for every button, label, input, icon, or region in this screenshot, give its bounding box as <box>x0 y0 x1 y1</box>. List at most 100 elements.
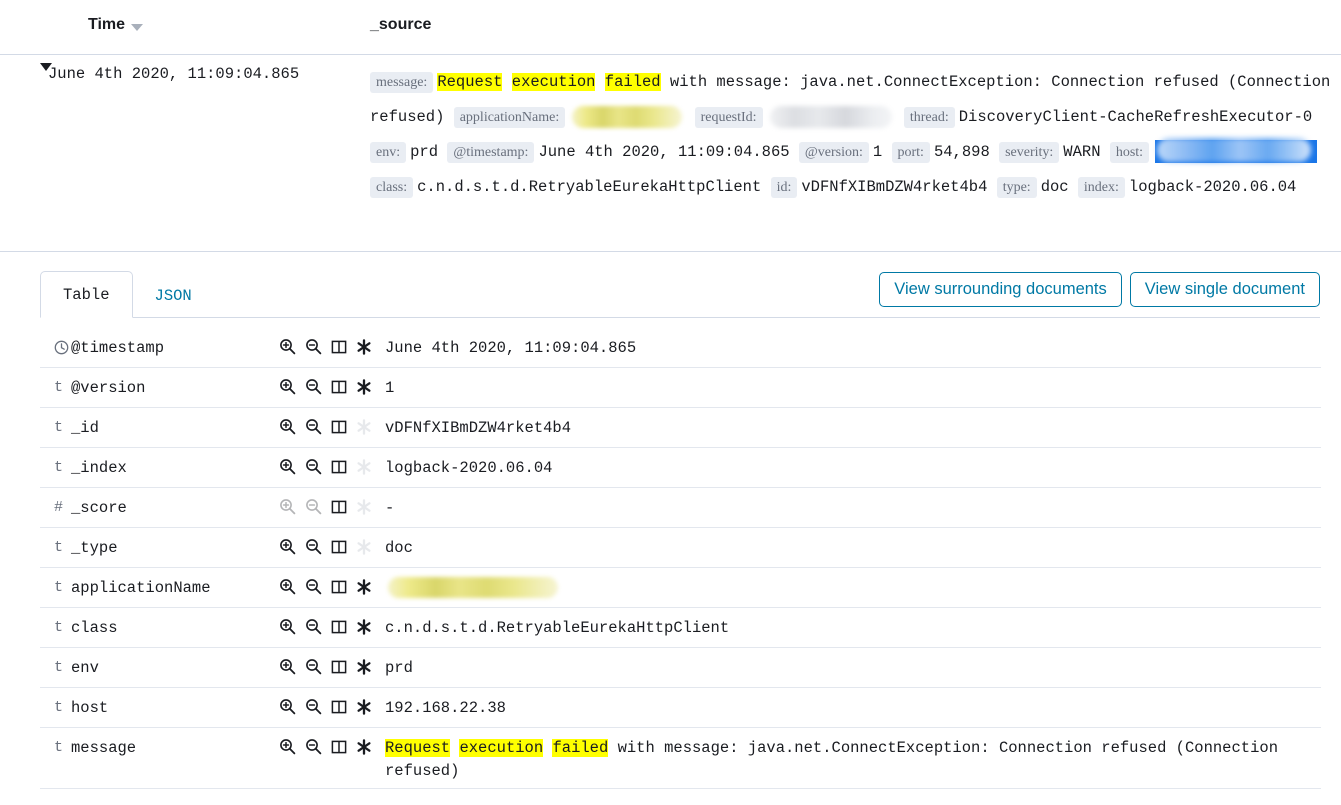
table-row: @timestampJune 4th 2020, 11:09:04.865 <box>40 328 1321 368</box>
toggle-column-in-table-icon[interactable] <box>331 499 347 515</box>
filter-for-value-icon[interactable] <box>279 738 296 755</box>
table-row: t_indexlogback-2020.06.04 <box>40 448 1321 488</box>
detail-tabs: Table JSON View surrounding documents Vi… <box>40 264 1341 318</box>
doc-detail-panel: Table JSON View surrounding documents Vi… <box>0 264 1341 789</box>
filter-out-value-icon[interactable] <box>305 698 322 715</box>
toggle-column-in-table-icon[interactable] <box>331 539 347 555</box>
filter-for-value-icon[interactable] <box>279 378 296 395</box>
filter-for-field-present-icon <box>356 459 372 475</box>
tab-table[interactable]: Table <box>40 271 133 318</box>
column-header-source[interactable]: _source <box>370 16 431 34</box>
field-type-icon: t <box>40 457 71 479</box>
toggle-column-in-table-icon[interactable] <box>331 339 347 355</box>
field-actions <box>279 497 385 515</box>
field-value: vDFNfXIBmDZW4rket4b4 <box>385 417 1321 440</box>
filter-out-value-icon[interactable] <box>305 618 322 635</box>
table-row: tmessageRequest execution failed with me… <box>40 728 1321 789</box>
clock-icon <box>40 337 71 355</box>
column-header-time[interactable]: Time <box>0 16 370 34</box>
toggle-column-in-table-icon[interactable] <box>331 659 347 675</box>
field-name: _index <box>71 457 279 479</box>
toggle-column-in-table-icon[interactable] <box>331 419 347 435</box>
tab-json[interactable]: JSON <box>133 273 214 318</box>
field-name: applicationName <box>71 577 279 599</box>
table-row: tclassc.n.d.s.t.d.RetryableEurekaHttpCli… <box>40 608 1321 648</box>
field-type-icon: t <box>40 697 71 719</box>
expand-row-button[interactable] <box>0 55 48 89</box>
filter-out-value-icon[interactable] <box>305 738 322 755</box>
field-actions <box>279 617 385 635</box>
source-field-label: env: <box>370 142 406 163</box>
document-field-table: @timestampJune 4th 2020, 11:09:04.865t@v… <box>40 328 1321 789</box>
filter-for-value-icon[interactable] <box>279 458 296 475</box>
view-surrounding-documents-button[interactable]: View surrounding documents <box>879 272 1122 307</box>
filter-for-field-present-icon[interactable] <box>356 379 372 395</box>
redacted-value <box>388 577 558 598</box>
tabs-underline <box>40 317 1320 318</box>
field-value: 192.168.22.38 <box>385 697 1321 720</box>
field-type-icon: t <box>40 577 71 599</box>
filter-for-value-icon[interactable] <box>279 338 296 355</box>
field-name: @timestamp <box>71 337 279 359</box>
toggle-column-in-table-icon[interactable] <box>331 379 347 395</box>
toggle-column-in-table-icon[interactable] <box>331 699 347 715</box>
field-name: host <box>71 697 279 719</box>
filter-for-value-icon[interactable] <box>279 578 296 595</box>
source-field-label: index: <box>1078 177 1125 198</box>
field-value: doc <box>385 537 1321 560</box>
filter-for-value-icon <box>279 498 296 515</box>
field-value: 1 <box>385 377 1321 400</box>
filter-out-value-icon[interactable] <box>305 458 322 475</box>
toggle-column-in-table-icon[interactable] <box>331 619 347 635</box>
filter-for-value-icon[interactable] <box>279 658 296 675</box>
field-name: message <box>71 737 279 759</box>
column-header-source-label: _source <box>370 16 431 33</box>
search-term-highlight: failed <box>605 73 661 91</box>
field-name: _type <box>71 537 279 559</box>
filter-out-value-icon[interactable] <box>305 378 322 395</box>
field-value: - <box>385 497 1321 520</box>
toggle-column-in-table-icon[interactable] <box>331 739 347 755</box>
field-actions <box>279 417 385 435</box>
filter-for-field-present-icon <box>356 539 372 555</box>
filter-for-field-present-icon[interactable] <box>356 619 372 635</box>
discover-doc-table: Time _source June 4th 2020, 11:09:04.865… <box>0 0 1341 252</box>
filter-out-value-icon[interactable] <box>305 578 322 595</box>
source-field-label: applicationName: <box>454 107 566 128</box>
filter-for-value-icon[interactable] <box>279 618 296 635</box>
field-actions <box>279 337 385 355</box>
doc-row-time: June 4th 2020, 11:09:04.865 <box>48 55 370 83</box>
toggle-column-in-table-icon[interactable] <box>331 579 347 595</box>
filter-out-value-icon[interactable] <box>305 418 322 435</box>
search-term-highlight: Request <box>437 73 502 91</box>
table-row: tenvprd <box>40 648 1321 688</box>
sort-descending-caret-icon[interactable] <box>131 24 143 31</box>
field-actions <box>279 697 385 715</box>
source-field-label: @version: <box>799 142 869 163</box>
filter-for-value-icon[interactable] <box>279 418 296 435</box>
filter-for-field-present-icon[interactable] <box>356 339 372 355</box>
toggle-column-in-table-icon[interactable] <box>331 459 347 475</box>
filter-out-value-icon[interactable] <box>305 338 322 355</box>
filter-for-field-present-icon[interactable] <box>356 579 372 595</box>
field-type-icon: t <box>40 417 71 439</box>
field-value: Request execution failed with message: j… <box>385 737 1321 783</box>
view-single-document-button[interactable]: View single document <box>1130 272 1320 307</box>
filter-out-value-icon[interactable] <box>305 538 322 555</box>
field-type-icon: # <box>40 497 71 519</box>
table-row: tapplicationName <box>40 568 1321 608</box>
filter-for-field-present-icon[interactable] <box>356 699 372 715</box>
field-name: class <box>71 617 279 639</box>
filter-for-value-icon[interactable] <box>279 538 296 555</box>
filter-for-field-present-icon[interactable] <box>356 739 372 755</box>
filter-for-value-icon[interactable] <box>279 698 296 715</box>
filter-out-value-icon[interactable] <box>305 658 322 675</box>
source-field-label: requestId: <box>695 107 763 128</box>
column-header-time-label: Time <box>88 16 125 34</box>
field-actions <box>279 737 385 755</box>
source-field-label: severity: <box>999 142 1059 163</box>
source-field-label: thread: <box>904 107 955 128</box>
field-value: c.n.d.s.t.d.RetryableEurekaHttpClient <box>385 617 1321 640</box>
tab-table-label: Table <box>63 286 110 304</box>
filter-for-field-present-icon[interactable] <box>356 659 372 675</box>
